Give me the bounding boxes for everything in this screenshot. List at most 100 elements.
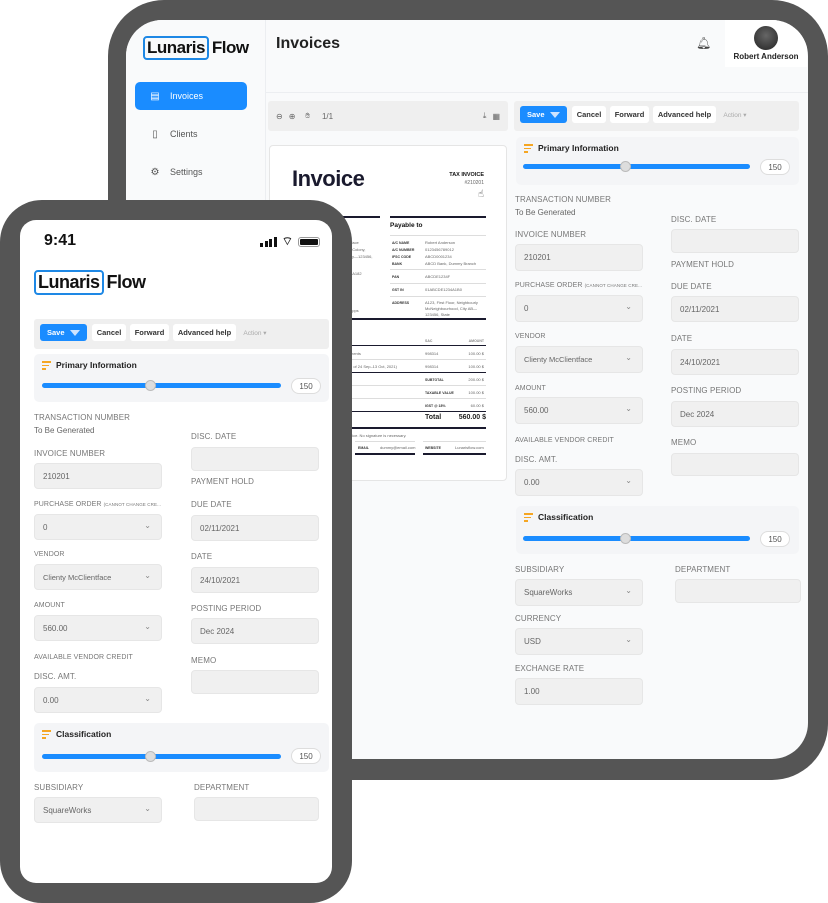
purchase-order-select[interactable]: 0 ⌄ <box>515 295 643 322</box>
disc-amt-select[interactable]: 0.00 ⌄ <box>515 469 643 496</box>
field-value: SquareWorks <box>524 588 573 597</box>
slider-thumb[interactable] <box>620 161 632 172</box>
due-date-input[interactable]: 02/11/2021 <box>671 296 799 322</box>
advanced-help-button[interactable]: Advanced help <box>653 106 716 123</box>
transaction-number-label: TRANSACTION NUMBER <box>515 195 612 204</box>
slider-track[interactable] <box>42 754 281 759</box>
rule <box>355 453 415 455</box>
sidebar-item-clients[interactable]: ▯ Clients <box>135 120 247 148</box>
document-icon: ▯ <box>152 128 158 140</box>
vendor-select[interactable]: Clienty McClientface ⌄ <box>34 564 162 590</box>
department-input[interactable] <box>675 579 801 603</box>
invoice-number-input[interactable]: 210201 <box>515 244 643 271</box>
amount-select[interactable]: 560.00 ⌄ <box>515 397 643 424</box>
taxable-value: 100.00 $ <box>468 390 484 395</box>
email-value: dummy@email.com <box>380 445 416 450</box>
field-value: 0.00 <box>524 478 540 487</box>
subsidiary-select[interactable]: SquareWorks ⌄ <box>515 579 643 606</box>
sidebar-item-label: Clients <box>170 129 198 139</box>
currency-select[interactable]: USD ⌄ <box>515 628 643 655</box>
slider-track[interactable] <box>42 383 281 388</box>
action-toolbar: Save Cancel Forward Advanced help Action… <box>514 101 799 131</box>
exchange-rate-input[interactable]: 1.00 <box>515 678 643 705</box>
sidebar-item-settings[interactable]: ⚙ Settings <box>135 158 247 186</box>
logo-text: Flow <box>211 38 249 57</box>
payee-key: PAN <box>392 275 400 279</box>
invoice-number-input[interactable]: 210201 <box>34 463 162 489</box>
posting-period-input[interactable]: Dec 2024 <box>191 618 319 644</box>
posting-period-input[interactable]: Dec 2024 <box>671 401 799 427</box>
rule <box>423 441 486 442</box>
purchase-order-select[interactable]: 0 ⌄ <box>34 514 162 540</box>
payee-value: ABCD0001234 <box>425 254 452 259</box>
section-title: Primary Information <box>538 143 619 153</box>
cancel-button[interactable]: Cancel <box>92 324 126 341</box>
field-value: 1.00 <box>524 687 540 696</box>
save-button[interactable]: Save <box>40 324 87 341</box>
memo-input[interactable] <box>671 453 799 476</box>
item-sac: 998314 <box>425 364 439 369</box>
subsidiary-select[interactable]: SquareWorks ⌄ <box>34 797 162 823</box>
forward-button[interactable]: Forward <box>130 324 169 341</box>
rule <box>423 453 486 455</box>
amount-label: AMOUNT <box>515 385 546 392</box>
forward-button[interactable]: Forward <box>610 106 649 123</box>
field-value: 210201 <box>524 253 551 262</box>
field-value: 0 <box>524 304 529 313</box>
date-input[interactable]: 24/10/2021 <box>191 567 319 593</box>
slider-track[interactable] <box>523 164 750 169</box>
date-label: DATE <box>191 552 213 561</box>
chevron-down-icon: ⌄ <box>625 353 632 362</box>
payee-value: ABCD Bank, Dummy Branch <box>425 261 477 266</box>
dropdown-arrow-icon <box>550 112 560 118</box>
slider-thumb[interactable] <box>144 380 156 391</box>
payment-hold-label: PAYMENT HOLD <box>671 260 734 269</box>
slider-thumb[interactable] <box>144 751 156 762</box>
document-search-icon[interactable]: ▦ <box>492 112 500 121</box>
phone-frame: 9:41 ⌔ Lunaris Flow Save Cancel Forward … <box>0 200 352 903</box>
hand-cursor-icon: ☝︎ <box>477 189 484 200</box>
disc-date-input[interactable] <box>191 447 319 471</box>
page-title: Invoices <box>276 35 341 52</box>
sidebar-item-invoices[interactable]: ▤ Invoices <box>135 82 247 110</box>
due-date-input[interactable]: 02/11/2021 <box>191 515 319 541</box>
user-profile[interactable]: Robert Anderson <box>725 20 807 67</box>
action-toolbar: Save Cancel Forward Advanced help Action… <box>34 319 329 349</box>
vendor-select[interactable]: Clienty McClientface ⌄ <box>515 346 643 373</box>
filter-icon <box>42 730 51 741</box>
disc-amt-select[interactable]: 0.00 ⌄ <box>34 687 162 713</box>
download-icon[interactable]: ⤓ <box>483 111 487 121</box>
advanced-help-button[interactable]: Advanced help <box>173 324 236 341</box>
subtotal-label: SUBTOTAL <box>425 378 444 382</box>
cancel-button[interactable]: Cancel <box>572 106 606 123</box>
logo: Lunaris Flow <box>143 36 249 60</box>
section-title: Primary Information <box>56 360 137 370</box>
zoom-in-icon[interactable]: ⊕ <box>289 112 296 121</box>
memo-input[interactable] <box>191 670 319 694</box>
transaction-number-value: To Be Generated <box>515 208 576 217</box>
amount-select[interactable]: 560.00 ⌄ <box>34 615 162 641</box>
purchase-order-label: PURCHASE ORDER (CANNOT CHANGE CRE... <box>515 282 642 289</box>
field-value: 02/11/2021 <box>680 304 720 314</box>
slider-track[interactable] <box>523 536 750 541</box>
action-dropdown[interactable]: Action ▾ <box>238 324 272 341</box>
department-input[interactable] <box>194 797 319 821</box>
label-note: (CANNOT CHANGE CRE... <box>584 283 643 288</box>
chevron-down-icon: ⌄ <box>144 622 151 631</box>
avatar <box>754 26 778 50</box>
bell-icon[interactable]: 🔔︎ <box>696 36 711 50</box>
zoom-out-icon[interactable]: ⊖ <box>276 112 283 121</box>
sidebar-item-label: Settings <box>170 167 203 177</box>
action-dropdown[interactable]: Action ▾ <box>718 106 752 123</box>
hand-icon[interactable]: ✋︎ <box>305 111 310 121</box>
disc-date-input[interactable] <box>671 229 799 253</box>
field-value: 24/10/2021 <box>680 357 721 367</box>
date-input[interactable]: 24/10/2021 <box>671 349 799 375</box>
save-button[interactable]: Save <box>520 106 567 123</box>
payment-hold-label: PAYMENT HOLD <box>191 477 254 486</box>
vendor-label: VENDOR <box>515 333 546 340</box>
due-date-label: DUE DATE <box>191 500 232 509</box>
dropdown-arrow-icon <box>70 330 80 336</box>
slider-thumb[interactable] <box>620 533 632 544</box>
rule <box>390 269 486 270</box>
